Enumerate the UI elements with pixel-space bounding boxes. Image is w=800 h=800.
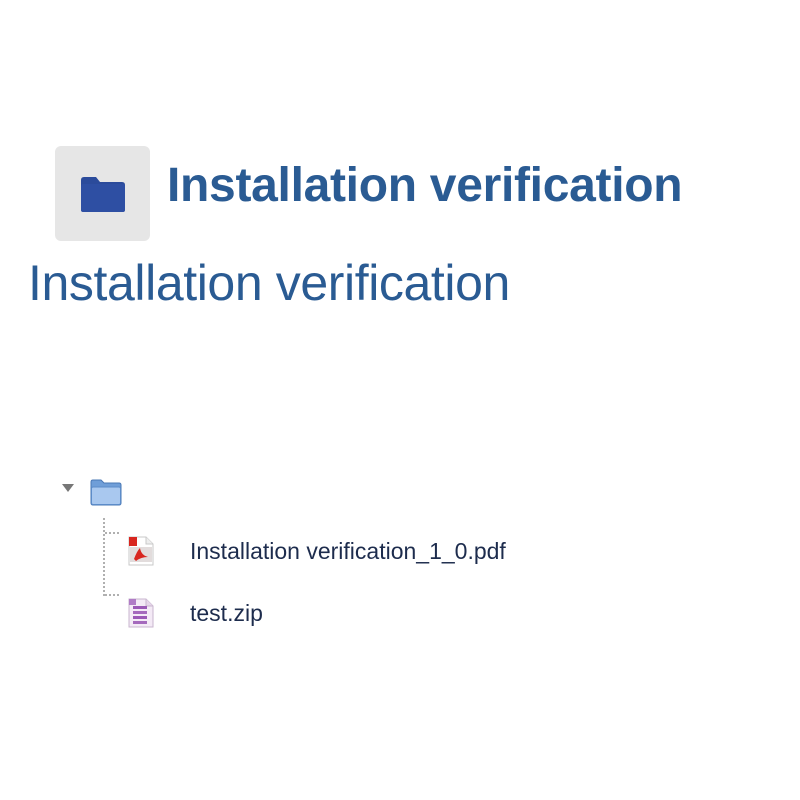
tree-connector [105, 594, 119, 596]
activity-header: Installation verification [55, 146, 683, 241]
file-item-pdf[interactable]: Installation verification_1_0.pdf [126, 534, 506, 568]
root-folder[interactable] [90, 478, 122, 511]
pdf-file-icon [126, 534, 156, 568]
triangle-down-icon[interactable] [62, 484, 74, 492]
activity-icon-box [55, 146, 150, 241]
archive-file-icon [126, 596, 156, 630]
file-item-zip[interactable]: test.zip [126, 596, 263, 630]
section-heading: Installation verification [28, 255, 510, 311]
file-link[interactable]: test.zip [190, 600, 263, 627]
folder-icon [80, 176, 125, 212]
folder-open-icon [90, 479, 122, 506]
folder-tree: Installation verification_1_0.pdf test.z… [60, 478, 660, 638]
page-title: Installation verification [167, 159, 683, 212]
tree-connector [103, 518, 105, 596]
tree-connector [105, 532, 119, 534]
file-link[interactable]: Installation verification_1_0.pdf [190, 538, 506, 565]
